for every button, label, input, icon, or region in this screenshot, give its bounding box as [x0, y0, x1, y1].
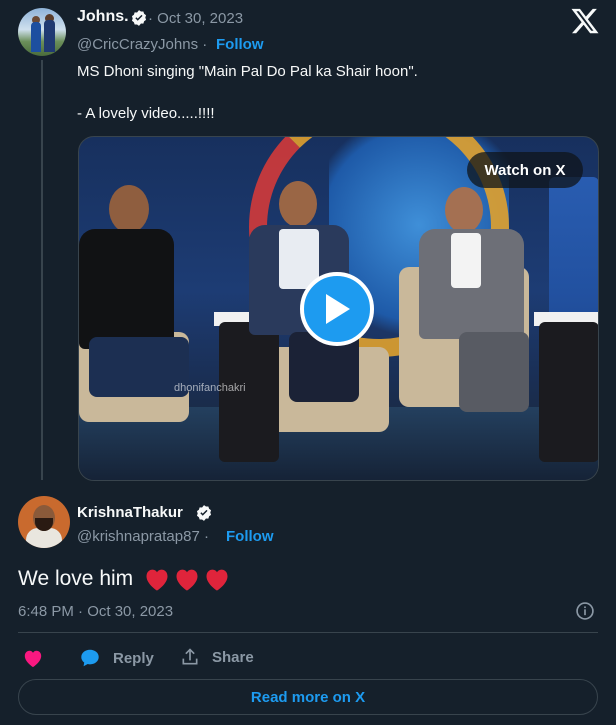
reply-author-avatar[interactable] [18, 496, 70, 548]
thread-connector-line [41, 60, 43, 480]
play-button[interactable] [300, 272, 374, 346]
red-heart-emoji-icon [176, 569, 198, 591]
divider [18, 632, 598, 633]
reply-author-handle[interactable]: @krishnapratap87 · [77, 528, 209, 545]
read-more-button[interactable]: Read more on X [18, 679, 598, 715]
share-icon [182, 648, 198, 665]
parent-author-handle[interactable]: @CricCrazyJohns · [77, 36, 207, 53]
parent-author-name[interactable]: Johns. [77, 8, 129, 26]
reply-author-name[interactable]: KrishnaThakur [77, 504, 183, 521]
share-button[interactable]: Share [180, 647, 254, 667]
video-watermark: dhonifanchakri [174, 382, 246, 394]
reply-text-content: We love him [18, 567, 134, 590]
parent-tweet-text: MS Dhoni singing "Main Pal Do Pal ka Sha… [77, 63, 418, 122]
info-icon[interactable] [575, 601, 595, 621]
verified-badge-icon [131, 10, 147, 26]
reply-label: Reply [113, 649, 154, 667]
parent-follow-button[interactable]: Follow [216, 36, 264, 53]
reply-button[interactable]: Reply [79, 647, 154, 669]
reply-tweet-text: We love him [18, 566, 231, 592]
reply-follow-button[interactable]: Follow [226, 528, 274, 545]
parent-author-avatar[interactable] [18, 8, 66, 56]
reply-timestamp[interactable]: 6:48 PM · Oct 30, 2023 [18, 603, 173, 620]
watch-on-x-button[interactable]: Watch on X [467, 152, 583, 188]
verified-badge-icon [196, 505, 212, 521]
share-label: Share [212, 648, 254, 666]
x-logo-icon[interactable] [570, 6, 600, 36]
play-icon [326, 294, 350, 324]
red-heart-emoji-icon [146, 569, 168, 591]
parent-tweet-date[interactable]: · Oct 30, 2023 [148, 10, 243, 27]
red-heart-emoji-icon [206, 569, 228, 591]
heart-icon[interactable] [22, 648, 44, 668]
reply-bubble-icon [81, 649, 99, 667]
